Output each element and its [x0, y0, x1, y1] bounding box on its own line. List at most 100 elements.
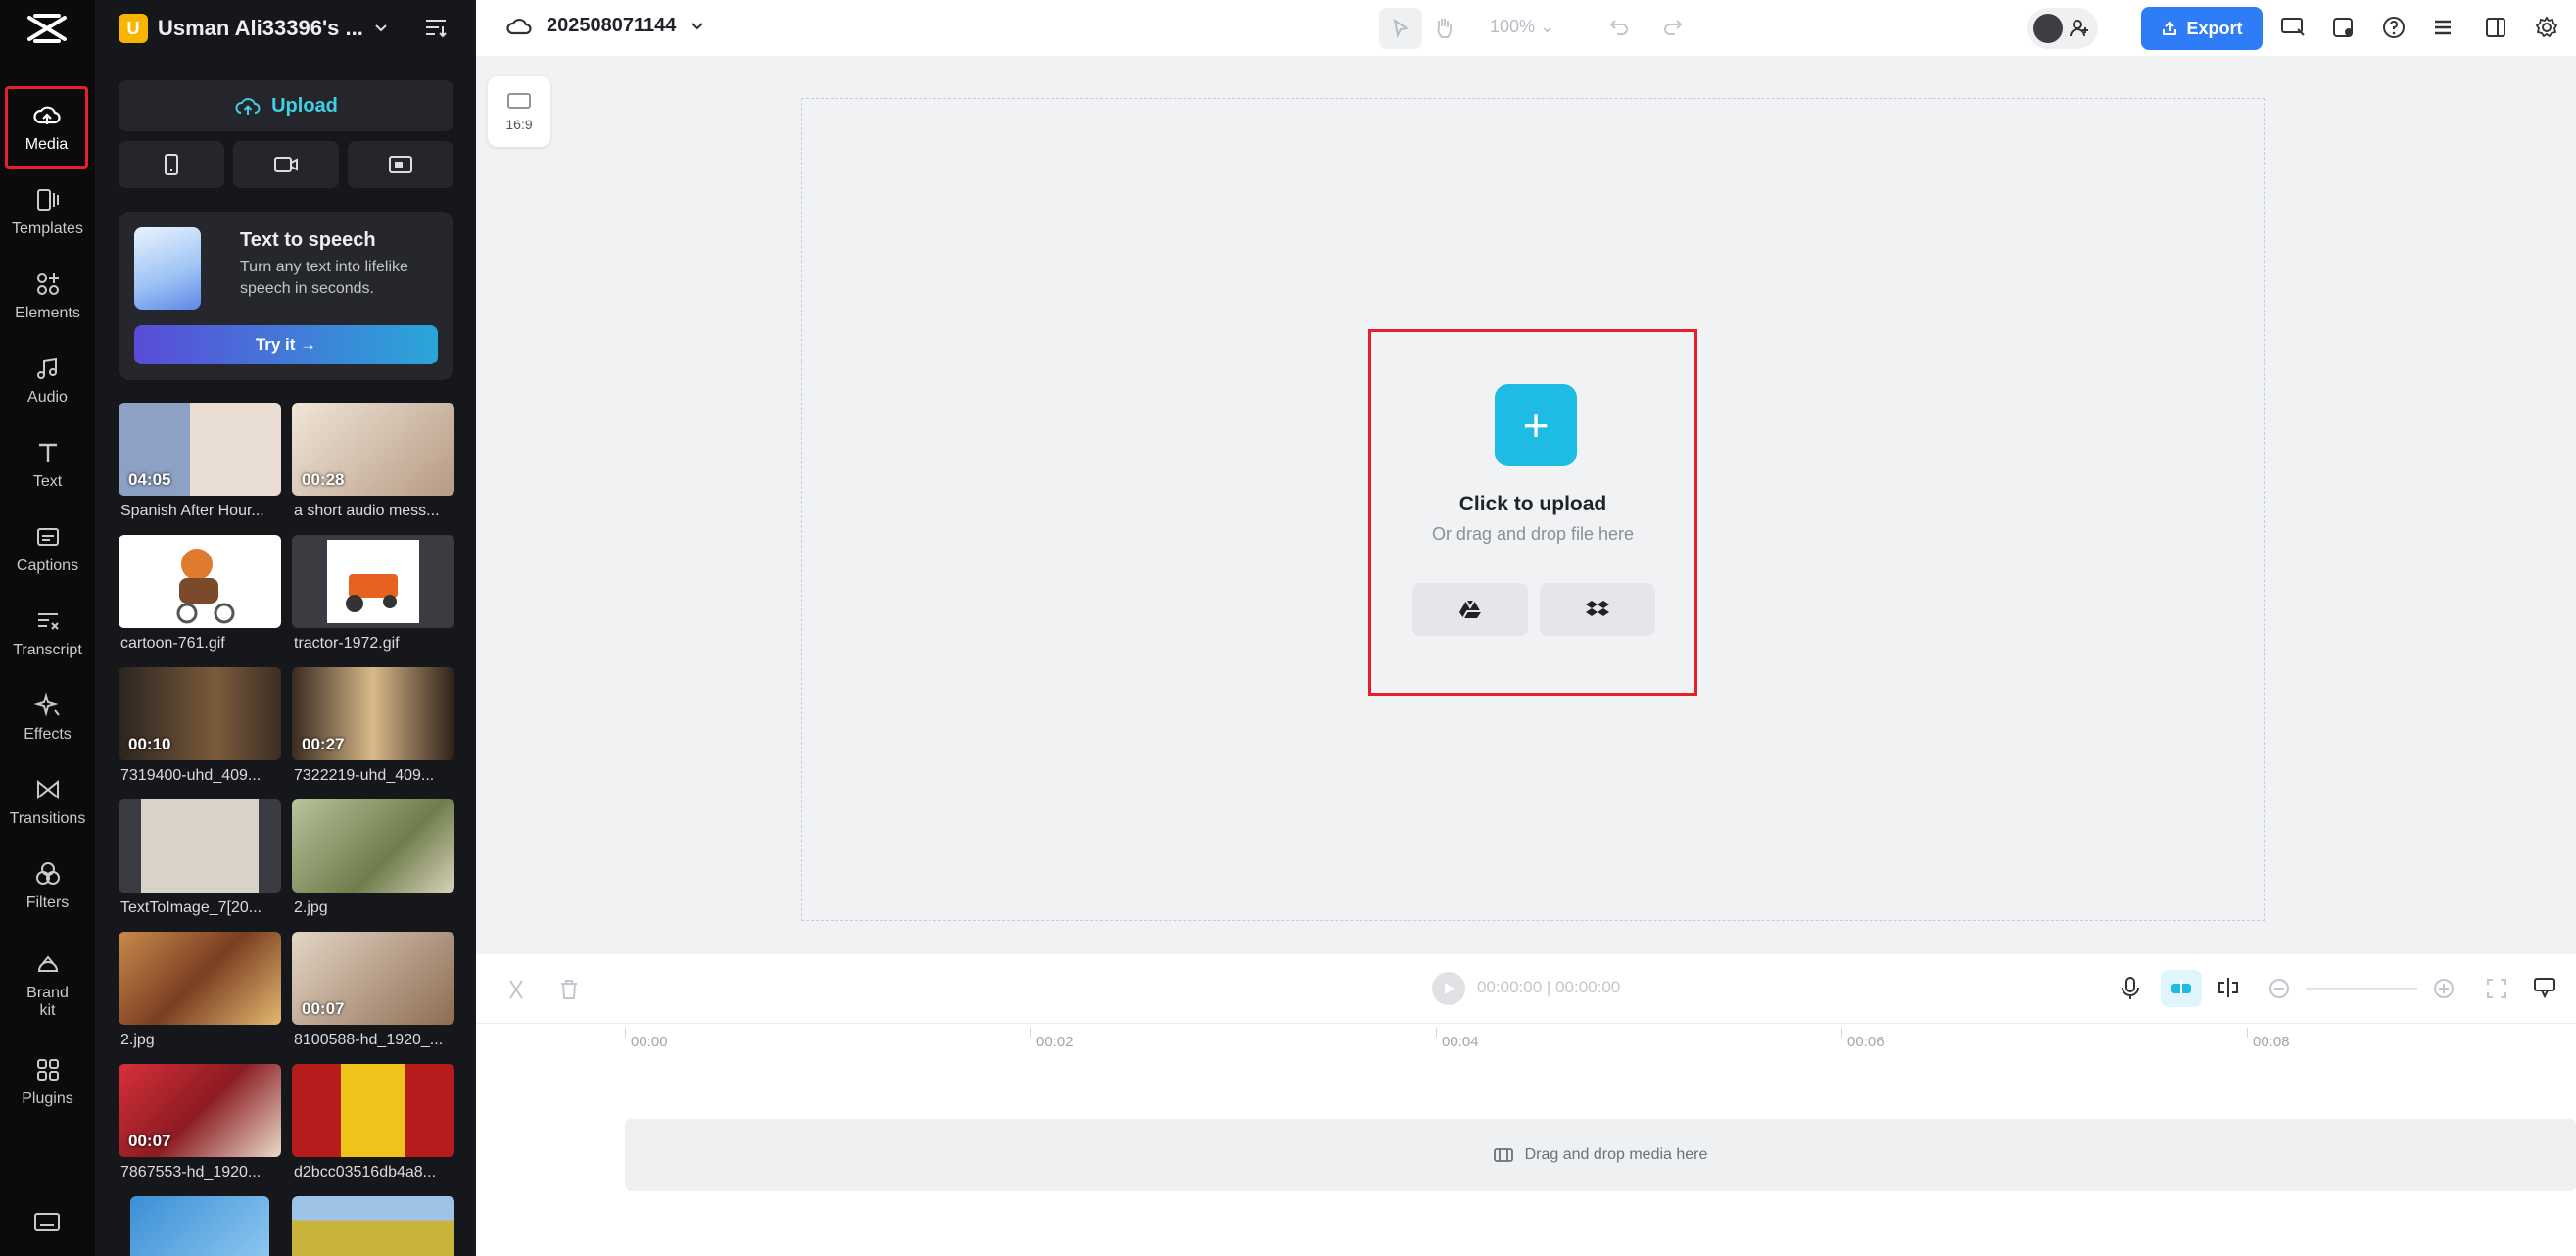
rail-label: Plugins: [22, 1090, 72, 1108]
undo-icon[interactable]: [1607, 16, 1631, 39]
magnet-snap-button[interactable]: [2161, 970, 2202, 1007]
dropbox-icon: [1585, 599, 1610, 620]
zoom-level-dropdown[interactable]: 100% ⌄: [1490, 17, 1554, 37]
timeline-empty-area: [476, 1191, 2576, 1256]
present-icon[interactable]: [2280, 16, 2306, 39]
export-button[interactable]: Export: [2141, 7, 2263, 50]
film-strip-icon: [1494, 1147, 1513, 1163]
delete-trash-icon[interactable]: [558, 978, 580, 1001]
collaborators[interactable]: [2027, 8, 2098, 49]
media-thumb[interactable]: [292, 1196, 454, 1256]
media-thumb[interactable]: [130, 1196, 269, 1256]
media-caption: 7319400-uhd_409...: [120, 767, 287, 785]
export-label: Export: [2186, 19, 2242, 39]
rail-item-text[interactable]: Text: [0, 425, 95, 504]
rail-item-filters[interactable]: Filters: [0, 846, 95, 925]
chevron-down-icon: [373, 21, 389, 36]
media-thumb[interactable]: 00:07: [119, 1064, 281, 1157]
media-thumb[interactable]: 00:27: [292, 667, 454, 760]
rail-item-effects[interactable]: Effects: [0, 678, 95, 756]
ruler-tick: 00:08: [2253, 1034, 2290, 1050]
record-screen-button[interactable]: [348, 141, 453, 188]
media-thumb[interactable]: 00:10: [119, 667, 281, 760]
select-tool-button[interactable]: [1379, 8, 1422, 49]
rail-label: Text: [33, 473, 62, 491]
fit-timeline-icon[interactable]: [2486, 978, 2507, 999]
media-thumb[interactable]: [119, 799, 281, 893]
help-icon[interactable]: [2382, 16, 2406, 39]
upload-title: Click to upload: [1371, 493, 1694, 516]
link-clips-icon[interactable]: [2216, 976, 2241, 999]
media-caption: 8100588-hd_1920_...: [294, 1032, 460, 1049]
upload-label: Upload: [271, 95, 338, 118]
rail-item-templates[interactable]: Templates: [0, 172, 95, 251]
rail-item-captions[interactable]: Captions: [0, 509, 95, 588]
timeline-toolbar: 00:00:00 | 00:00:00: [476, 954, 2576, 1023]
cloud-icon: [505, 16, 533, 37]
tts-description: Turn any text into lifelike speech in se…: [240, 257, 446, 300]
media-thumb[interactable]: [292, 535, 454, 628]
media-panel: U Usman Ali33396's ... Upload Text to sp…: [95, 0, 476, 1256]
microphone-icon[interactable]: [2120, 976, 2141, 1001]
zoom-out-icon[interactable]: [2268, 978, 2290, 999]
rail-item-elements[interactable]: Elements: [0, 257, 95, 335]
split-view-icon[interactable]: [2484, 16, 2507, 39]
rail-item-audio[interactable]: Audio: [0, 341, 95, 419]
chevron-down-icon: [690, 19, 705, 34]
project-name-dropdown[interactable]: 202508071144: [505, 15, 705, 37]
media-thumb[interactable]: 04:05: [119, 403, 281, 496]
transcript-icon: [33, 606, 63, 636]
hand-tool-icon[interactable]: [1432, 15, 1455, 40]
upload-dropzone[interactable]: + Click to upload Or drag and drop file …: [1368, 329, 1697, 696]
media-caption: Spanish After Hour...: [120, 503, 287, 520]
rail-item-transitions[interactable]: Transitions: [0, 762, 95, 841]
sort-menu-icon[interactable]: [423, 16, 449, 39]
rail-label: Brand kit: [19, 985, 77, 1020]
redo-icon[interactable]: [1661, 16, 1685, 39]
magnet-snap-icon: [2169, 979, 2194, 998]
media-thumb[interactable]: [119, 535, 281, 628]
account-name: Usman Ali33396's ...: [158, 16, 363, 41]
media-track-dropzone[interactable]: Drag and drop media here: [625, 1119, 2576, 1191]
media-thumb[interactable]: 00:28: [292, 403, 454, 496]
comment-icon[interactable]: [2533, 976, 2556, 999]
rail-label: Captions: [17, 557, 78, 575]
rail-item-plugins[interactable]: Plugins: [0, 1042, 95, 1121]
account-switcher[interactable]: U Usman Ali33396's ...: [119, 14, 389, 43]
rail-item-brand-kit[interactable]: Brand kit: [0, 936, 95, 1034]
settings-gear-icon[interactable]: [2535, 16, 2558, 39]
top-bar: 202508071144 100% ⌄ Export: [476, 0, 2576, 57]
media-thumb[interactable]: [292, 799, 454, 893]
record-video-button[interactable]: [233, 141, 339, 188]
split-clip-icon[interactable]: [505, 978, 527, 1001]
media-caption: 2.jpg: [294, 899, 460, 917]
play-button[interactable]: [1432, 972, 1465, 1005]
google-drive-button[interactable]: [1412, 583, 1528, 636]
timeline-zoom-slider[interactable]: [2306, 988, 2417, 990]
upload-subtitle: Or drag and drop file here: [1371, 524, 1694, 545]
templates-icon: [33, 185, 63, 215]
try-it-button[interactable]: Try it →: [134, 325, 438, 364]
tts-title: Text to speech: [240, 229, 376, 252]
aspect-ratio-icon: [506, 91, 532, 111]
keyboard-shortcuts-icon[interactable]: [33, 1211, 61, 1232]
rail-item-transcript[interactable]: Transcript: [0, 594, 95, 672]
shapes-icon: [33, 269, 63, 299]
media-caption: 2.jpg: [120, 1032, 287, 1049]
zoom-in-icon[interactable]: [2433, 978, 2455, 999]
upload-from-phone-button[interactable]: [119, 141, 224, 188]
capcut-logo-icon[interactable]: [25, 12, 69, 45]
media-thumb[interactable]: [292, 1064, 454, 1157]
add-media-plus-icon[interactable]: +: [1495, 384, 1577, 466]
rail-label: Effects: [24, 726, 72, 744]
rail-item-media[interactable]: Media: [5, 86, 88, 169]
media-thumb[interactable]: [119, 932, 281, 1025]
layers-icon[interactable]: [2431, 16, 2455, 39]
media-thumb[interactable]: 00:07: [292, 932, 454, 1025]
review-icon[interactable]: [2331, 16, 2357, 39]
dropbox-button[interactable]: [1540, 583, 1655, 636]
rail-label: Filters: [26, 894, 70, 912]
upload-button[interactable]: Upload: [119, 80, 453, 131]
aspect-ratio-button[interactable]: 16:9: [488, 76, 550, 147]
grid-icon: [33, 1055, 63, 1085]
